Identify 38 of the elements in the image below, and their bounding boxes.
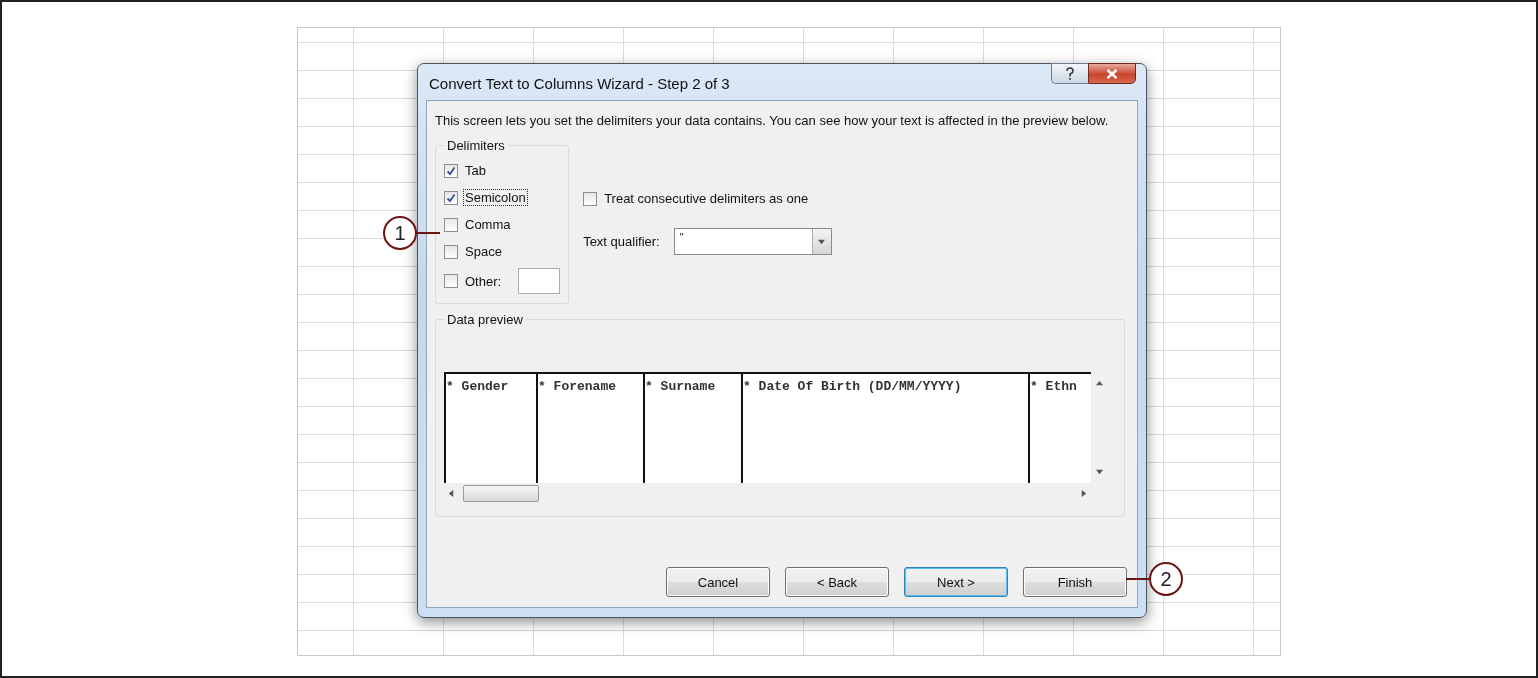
help-button[interactable] bbox=[1051, 63, 1088, 84]
close-icon bbox=[1106, 68, 1118, 79]
checkbox[interactable] bbox=[444, 274, 458, 288]
group-label: Delimiters bbox=[446, 138, 506, 153]
checkbox[interactable] bbox=[444, 163, 458, 178]
scroll-thumb[interactable] bbox=[463, 484, 539, 502]
dropdown-field[interactable]: " bbox=[673, 228, 832, 255]
checkbox[interactable] bbox=[583, 191, 598, 206]
scroll-right-icon[interactable] bbox=[1080, 489, 1087, 497]
leader-line bbox=[416, 232, 440, 234]
scroll-left-icon[interactable] bbox=[448, 489, 455, 497]
window-title: Convert Text to Columns Wizard - Step 2 of 3 bbox=[429, 75, 731, 92]
checkbox-label[interactable]: Other: bbox=[464, 273, 503, 289]
checkbox[interactable] bbox=[444, 217, 458, 232]
scroll-up-icon[interactable] bbox=[1096, 380, 1103, 387]
leader-line bbox=[1126, 578, 1152, 580]
dropdown-value: " bbox=[678, 230, 685, 245]
checkbox-label[interactable]: Tab bbox=[464, 163, 487, 178]
checkbox-label[interactable]: Semicolon bbox=[464, 190, 527, 205]
dialog-button[interactable]: Finish bbox=[1023, 567, 1127, 597]
dialog-button[interactable]: Cancel bbox=[666, 567, 770, 597]
check-icon bbox=[446, 192, 456, 203]
checkbox[interactable] bbox=[444, 244, 458, 259]
dropdown-arrow-icon[interactable] bbox=[818, 238, 826, 245]
group-label: Data preview bbox=[446, 312, 524, 327]
close-button[interactable] bbox=[1088, 63, 1136, 84]
field-label: Text qualifier: bbox=[583, 234, 660, 249]
dialog-button[interactable]: < Back bbox=[785, 567, 889, 597]
scroll-down-icon[interactable] bbox=[1096, 468, 1103, 475]
checkbox[interactable] bbox=[444, 190, 458, 205]
check-icon bbox=[446, 165, 456, 176]
question-mark-icon bbox=[1065, 66, 1075, 81]
description-text: This screen lets you set the delimiters your data contains. You can see how your text is affected in the preview below. bbox=[435, 113, 1110, 128]
checkbox-label[interactable]: Treat consecutive delimiters as one bbox=[603, 191, 810, 206]
checkbox-label[interactable]: Comma bbox=[464, 217, 512, 232]
checkbox-label[interactable]: Space bbox=[464, 244, 503, 259]
input-field[interactable] bbox=[518, 268, 561, 294]
dialog-button[interactable]: Next > bbox=[904, 567, 1008, 597]
